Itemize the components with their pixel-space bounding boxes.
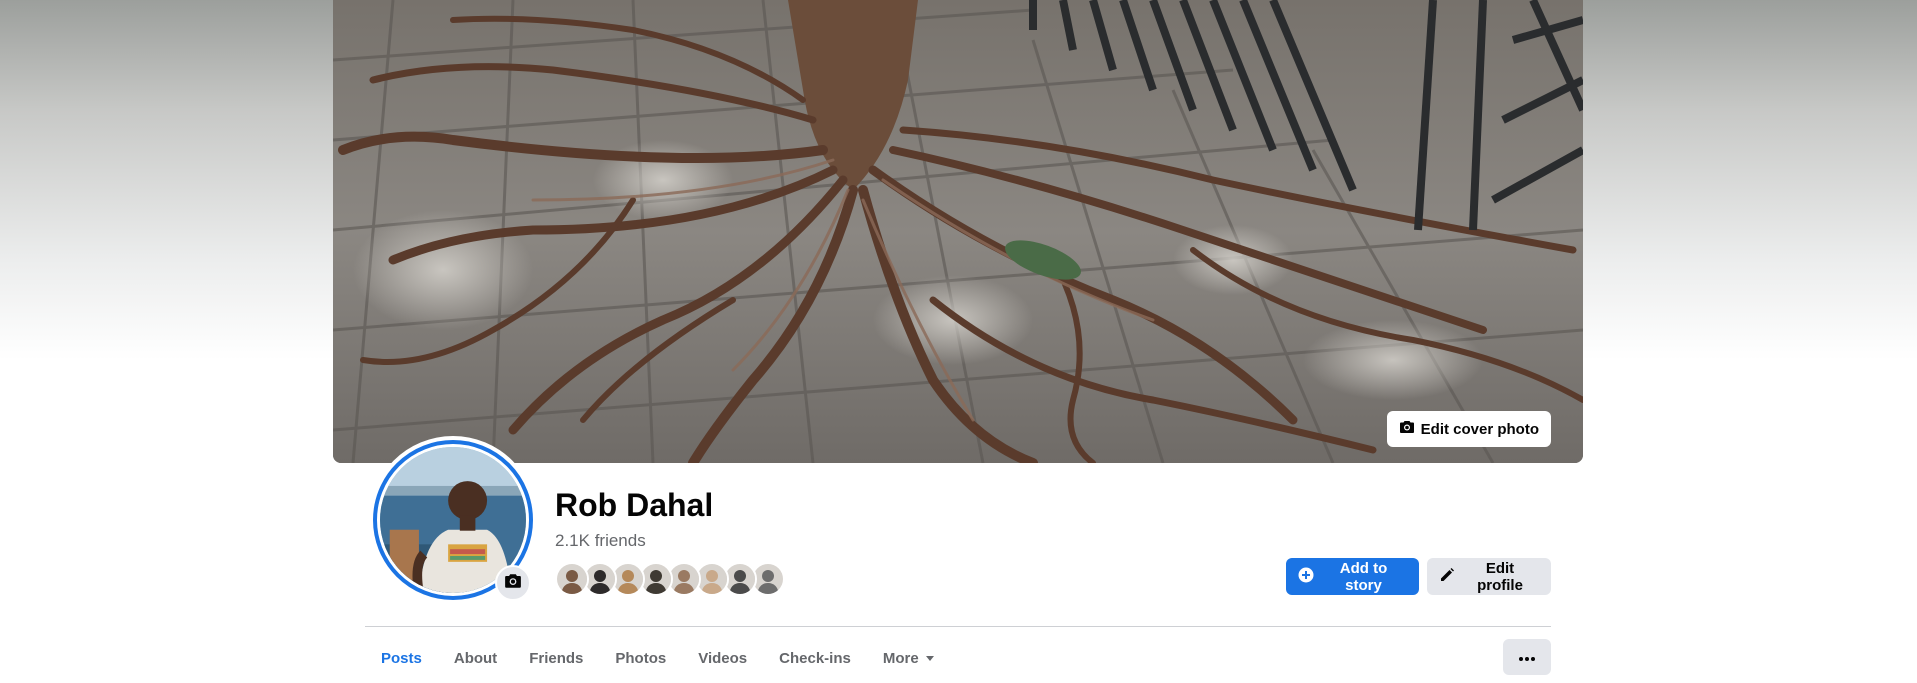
tab-posts[interactable]: Posts — [365, 640, 438, 676]
cover-photo-image — [333, 0, 1583, 463]
profile-avatar[interactable] — [369, 436, 537, 604]
add-to-story-button[interactable]: Add to story — [1286, 558, 1419, 595]
more-options-button[interactable] — [1503, 639, 1551, 675]
tab-photos[interactable]: Photos — [599, 640, 682, 676]
edit-cover-photo-button[interactable]: Edit cover photo — [1386, 411, 1551, 447]
more-dots-icon — [1519, 648, 1535, 666]
friend-avatar[interactable] — [555, 562, 589, 596]
cover-photo[interactable]: Edit cover photo — [333, 0, 1583, 463]
profile-tabs: Posts About Friends Photos Videos Check-… — [365, 640, 951, 676]
tab-label: Check-ins — [779, 649, 851, 667]
camera-icon — [1399, 419, 1415, 439]
tab-label: Videos — [698, 649, 748, 667]
tab-check-ins[interactable]: Check-ins — [763, 640, 867, 676]
caret-down-icon — [925, 650, 935, 667]
tab-friends[interactable]: Friends — [513, 640, 599, 676]
update-profile-picture-button[interactable] — [495, 565, 531, 601]
edit-profile-label: Edit profile — [1477, 559, 1523, 594]
tab-videos[interactable]: Videos — [682, 640, 763, 676]
plus-circle-icon — [1298, 567, 1314, 587]
tab-about[interactable]: About — [438, 640, 513, 676]
tab-more[interactable]: More — [867, 640, 951, 676]
tab-label: Photos — [615, 649, 667, 667]
edit-cover-photo-label: Edit cover photo — [1420, 420, 1539, 438]
friend-avatars — [555, 562, 785, 596]
camera-icon — [504, 572, 522, 595]
add-to-story-label: Add to story — [1339, 559, 1388, 594]
tab-label: Friends — [529, 649, 584, 667]
pencil-icon — [1439, 567, 1455, 587]
tab-label: More — [882, 649, 919, 667]
tab-label: About — [453, 649, 498, 667]
edit-profile-button[interactable]: Edit profile — [1427, 558, 1551, 595]
profile-name: Rob Dahal — [555, 487, 714, 523]
tab-label: Posts — [381, 649, 422, 667]
friends-count[interactable]: 2.1K friends — [555, 531, 646, 551]
profile-divider — [365, 626, 1551, 627]
